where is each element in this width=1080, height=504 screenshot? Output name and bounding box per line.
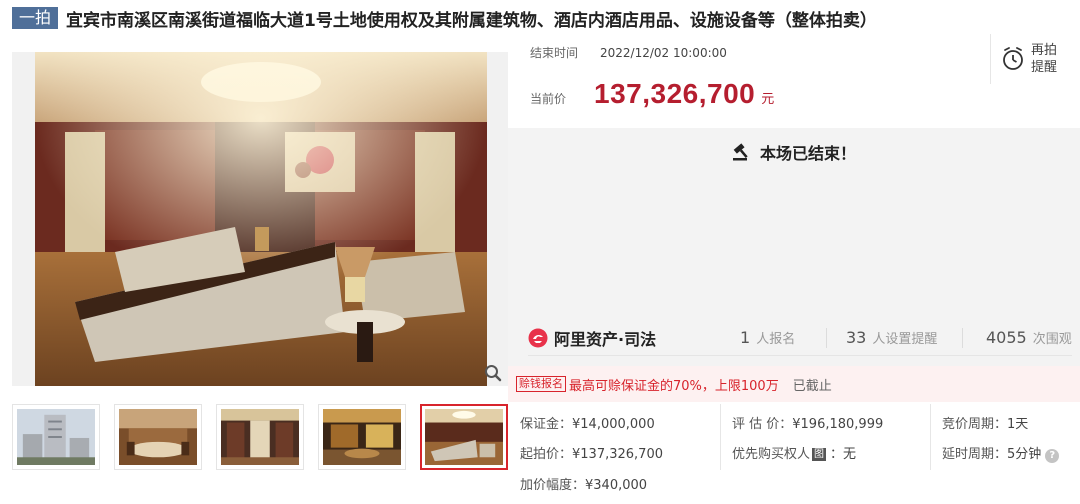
priority-info-icon[interactable]: 图 [812, 448, 827, 461]
delay-value: 5分钟 [1007, 447, 1042, 462]
thumbnail-dining-room[interactable] [114, 404, 202, 470]
appraisal-detail: 评 估 价：¥196,180,999 [732, 413, 883, 432]
bid-cycle-value: 1天 [1007, 417, 1029, 432]
delay-detail: 延时周期：5分钟? [942, 443, 1060, 463]
column-divider [930, 404, 931, 470]
bid-cycle-label: 竞价周期： [942, 417, 1008, 432]
auction-info: 结束时间 2022/12/02 10:00:00 当前价 137,326,700… [512, 34, 1080, 128]
remind-label: 再拍 提醒 [1031, 42, 1057, 76]
main-image-viewer [12, 52, 508, 386]
signup-label: 人报名 [756, 332, 796, 347]
remind-stat-label: 人设置提醒 [872, 332, 938, 347]
remind-label-line1: 再拍 [1031, 43, 1058, 58]
stats-bar: 阿里资产·司法 1 人报名 33 人设置提醒 4055 次围观 [508, 310, 1080, 366]
current-price-value: 137,326,700 [594, 78, 756, 109]
increment-value: ¥340,000 [585, 478, 648, 493]
auction-ended-text: 本场已结束！ [759, 144, 856, 163]
appraisal-label: 评 估 价： [732, 417, 793, 432]
increment-label: 加价幅度： [520, 478, 586, 493]
thumbnail-building-exterior[interactable] [12, 404, 100, 470]
gavel-icon [732, 143, 748, 161]
thumbnail-lobby-sofa[interactable] [420, 404, 508, 470]
auction-title: 宜宾市南溪区南溪街道福临大道1号土地使用权及其附属建筑物、酒店内酒店用品、设施设… [66, 10, 877, 31]
priority-value: ：无 [830, 447, 857, 462]
signup-count: 1 [740, 328, 751, 347]
rebid-remind-button[interactable]: 再拍 提醒 [990, 34, 1080, 84]
thumbnail-strip [12, 404, 508, 474]
deposit-value: ¥14,000,000 [572, 417, 655, 432]
end-time-row: 结束时间 2022/12/02 10:00:00 [530, 44, 727, 61]
zoom-icon[interactable] [480, 360, 506, 386]
view-stat: 4055 次围观 [986, 328, 1072, 347]
auction-status-panel: 本场已结束！ [508, 128, 1080, 310]
platform-logo: 阿里资产·司法 [528, 326, 656, 350]
remind-label-line2: 提醒 [1031, 60, 1058, 75]
auction-ended-row: 本场已结束！ [508, 140, 1080, 164]
deposit-detail: 保证金：¥14,000,000 [520, 413, 655, 432]
help-icon[interactable]: ? [1045, 449, 1060, 463]
end-time-label: 结束时间 [530, 46, 579, 60]
main-image[interactable] [35, 52, 487, 386]
start-price-label: 起拍价： [520, 447, 573, 462]
signup-stat: 1 人报名 [740, 328, 795, 347]
column-divider [720, 404, 721, 470]
bid-cycle-detail: 竞价周期：1天 [942, 413, 1028, 432]
thumbnail-lounge[interactable] [318, 404, 406, 470]
current-price-label: 当前价 [530, 92, 567, 106]
stats-divider [826, 328, 827, 348]
deposit-loan-status: 已截止 [792, 378, 832, 394]
priority-detail: 优先购买权人图：无 [732, 443, 856, 462]
stats-divider [962, 328, 963, 348]
view-count: 4055 [986, 328, 1027, 347]
delay-label: 延时周期： [942, 447, 1008, 462]
current-price-row: 当前价 137,326,700 元 [530, 78, 774, 110]
round-badge: 一拍 [12, 7, 59, 29]
thumbnail-corridor[interactable] [216, 404, 304, 470]
priority-label: 优先购买权人 [732, 447, 811, 462]
price-unit: 元 [761, 92, 775, 107]
platform-name: 阿里资产·司法 [554, 330, 657, 349]
increment-detail: 加价幅度：¥340,000 [520, 474, 647, 493]
appraisal-value: ¥196,180,999 [792, 417, 884, 432]
end-time-value: 2022/12/02 10:00:00 [600, 45, 727, 60]
deposit-label: 保证金： [520, 417, 573, 432]
start-price-value: ¥137,326,700 [572, 447, 663, 462]
remind-count: 33 [846, 328, 867, 347]
alarm-clock-icon [1003, 47, 1023, 70]
deposit-loan-tag: 赊钱报名 [516, 376, 566, 392]
view-label: 次围观 [1032, 332, 1072, 347]
deposit-loan-banner: 赊钱报名 最高可赊保证金的70%，上限100万 已截止 [508, 366, 1080, 402]
ali-asset-icon [528, 328, 548, 348]
start-price-detail: 起拍价：¥137,326,700 [520, 443, 663, 462]
deposit-loan-text: 最高可赊保证金的70%，上限100万 [569, 378, 779, 394]
page-title: 一拍 宜宾市南溪区南溪街道福临大道1号土地使用权及其附属建筑物、酒店内酒店用品、… [12, 4, 877, 32]
remind-stat: 33 人设置提醒 [846, 328, 937, 347]
